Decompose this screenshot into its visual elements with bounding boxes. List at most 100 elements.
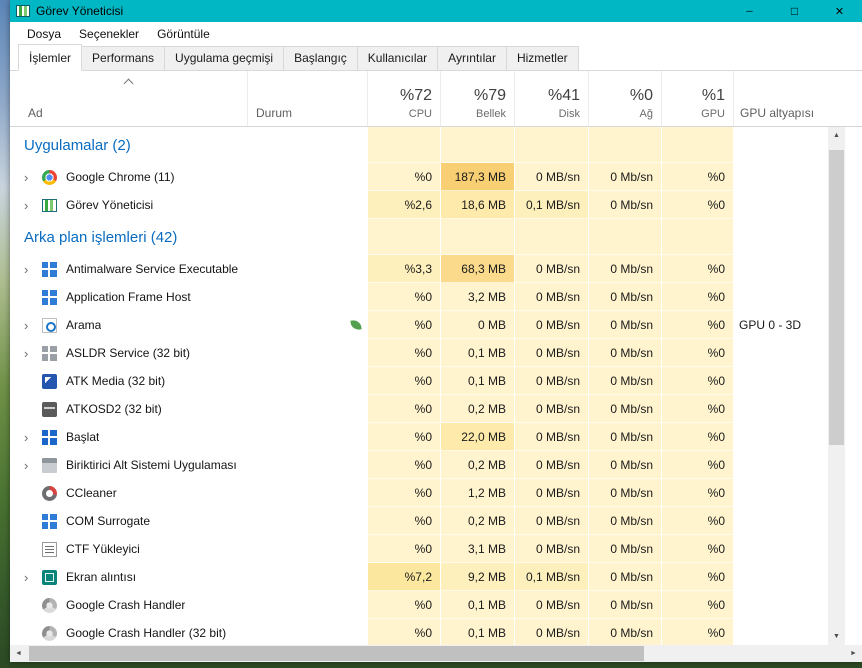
process-name-cell[interactable]: Application Frame Host: [10, 283, 247, 311]
cpu-cell: %0: [367, 423, 440, 451]
column-header-name[interactable]: Ad: [10, 71, 247, 126]
gpu-column-label: GPU: [701, 108, 725, 120]
process-name-cell[interactable]: › Google Chrome (11): [10, 163, 247, 191]
vertical-scrollbar[interactable]: ▲ ▼: [828, 127, 845, 645]
title-bar[interactable]: Görev Yöneticisi: [10, 0, 862, 22]
defender-icon: [42, 261, 57, 277]
tab-hizmetler[interactable]: Hizmetler: [505, 46, 579, 70]
gpu-engine-cell: [733, 423, 828, 451]
process-name-cell[interactable]: Google Crash Handler (32 bit): [10, 619, 247, 645]
process-name-cell[interactable]: CTF Yükleyici: [10, 535, 247, 563]
gpu-engine-cell: [733, 591, 828, 619]
status-cell: [247, 479, 367, 507]
process-name: Google Crash Handler: [66, 598, 186, 612]
column-header-net[interactable]: %0 Ağ: [588, 71, 661, 126]
status-cell: [247, 219, 367, 255]
process-row[interactable]: › Arama %0 0 MB 0 MB/sn 0 Mb/sn %0 GPU 0 - 3D: [10, 311, 828, 339]
process-row[interactable]: › Başlat %0 22,0 MB 0 MB/sn 0 Mb/sn %0: [10, 423, 828, 451]
expand-chevron-icon[interactable]: ›: [24, 318, 42, 333]
disk-cell: 0 MB/sn: [514, 619, 588, 645]
memory-cell: 0,2 MB: [440, 395, 514, 423]
tab-performans[interactable]: Performans: [81, 46, 166, 70]
group-header-row[interactable]: Arka plan işlemleri (42): [10, 219, 828, 255]
process-row[interactable]: Google Crash Handler %0 0,1 MB 0 MB/sn 0 Mb/…: [10, 591, 828, 619]
process-name: ATK Media (32 bit): [66, 374, 166, 388]
menu-se-enekler[interactable]: Seçenekler: [70, 24, 148, 44]
group-name-cell[interactable]: Uygulamalar (2): [10, 127, 247, 163]
ccleaner-icon: [42, 485, 57, 501]
expand-chevron-icon[interactable]: ›: [24, 198, 42, 213]
process-name-cell[interactable]: › ASLDR Service (32 bit): [10, 339, 247, 367]
memory-cell: 3,2 MB: [440, 283, 514, 311]
horizontal-scrollbar-thumb[interactable]: [29, 646, 644, 661]
process-name-cell[interactable]: › Biriktirici Alt Sistemi Uygulaması: [10, 451, 247, 479]
scroll-left-icon[interactable]: ◄: [10, 645, 27, 662]
tab-uygulama-ge-mi-i[interactable]: Uygulama geçmişi: [164, 46, 285, 70]
process-name-cell[interactable]: › Ekran alıntısı: [10, 563, 247, 591]
disk-column-label: Disk: [558, 108, 580, 120]
process-row[interactable]: Google Crash Handler (32 bit) %0 0,1 MB 0 M…: [10, 619, 828, 645]
column-header-status[interactable]: Durum: [247, 71, 367, 126]
process-row[interactable]: › Antimalware Service Executable %3,3 68,3 …: [10, 255, 828, 283]
menu-g-r-nt-le[interactable]: Görüntüle: [148, 24, 219, 44]
scroll-down-icon[interactable]: ▼: [828, 628, 845, 645]
column-header-mem[interactable]: %79 Bellek: [440, 71, 514, 126]
process-row[interactable]: COM Surrogate %0 0,2 MB 0 MB/sn 0 Mb/sn %0: [10, 507, 828, 535]
vertical-scrollbar-thumb[interactable]: [829, 150, 844, 445]
scroll-up-icon[interactable]: ▲: [828, 127, 845, 144]
column-header-gpu-engine[interactable]: GPU altyapısı: [733, 71, 828, 126]
process-name-cell[interactable]: › Arama: [10, 311, 247, 339]
close-button[interactable]: [817, 0, 862, 22]
process-name-cell[interactable]: COM Surrogate: [10, 507, 247, 535]
gpu-cell: %0: [661, 283, 733, 311]
process-name-cell[interactable]: › Antimalware Service Executable: [10, 255, 247, 283]
column-header-disk[interactable]: %41 Disk: [514, 71, 588, 126]
process-name: ASLDR Service (32 bit): [66, 346, 191, 360]
disk-cell: 0 MB/sn: [514, 255, 588, 283]
scroll-right-icon[interactable]: ►: [845, 645, 862, 662]
process-name-cell[interactable]: › Görev Yöneticisi: [10, 191, 247, 219]
window-title: Görev Yöneticisi: [36, 4, 124, 18]
process-row[interactable]: ATK Media (32 bit) %0 0,1 MB 0 MB/sn 0 Mb/sn…: [10, 367, 828, 395]
column-header-gpu[interactable]: %1 GPU: [661, 71, 733, 126]
disk-cell: 0 MB/sn: [514, 395, 588, 423]
maximize-button[interactable]: [772, 0, 817, 22]
process-row[interactable]: › ASLDR Service (32 bit) %0 0,1 MB 0 MB/sn 0 …: [10, 339, 828, 367]
tab-i-lemler[interactable]: İşlemler: [18, 44, 83, 71]
process-name-cell[interactable]: CCleaner: [10, 479, 247, 507]
expand-chevron-icon[interactable]: ›: [24, 458, 42, 473]
tab-ba-lang[interactable]: Başlangıç: [283, 46, 358, 70]
process-row[interactable]: ATKOSD2 (32 bit) %0 0,2 MB 0 MB/sn 0 Mb/sn %0: [10, 395, 828, 423]
column-header-cpu[interactable]: %72 CPU: [367, 71, 440, 126]
process-row[interactable]: CCleaner %0 1,2 MB 0 MB/sn 0 Mb/sn %0: [10, 479, 828, 507]
network-cell: 0 Mb/sn: [588, 163, 661, 191]
process-row[interactable]: › Biriktirici Alt Sistemi Uygulaması %0 0,2…: [10, 451, 828, 479]
tab-kullan-c-lar[interactable]: Kullanıcılar: [356, 46, 439, 70]
process-row[interactable]: Application Frame Host %0 3,2 MB 0 MB/sn 0 M…: [10, 283, 828, 311]
memory-cell: 0,1 MB: [440, 591, 514, 619]
expand-chevron-icon[interactable]: ›: [24, 430, 42, 445]
disk-cell: 0 MB/sn: [514, 283, 588, 311]
process-row[interactable]: › Ekran alıntısı %7,2 9,2 MB 0,1 MB/sn 0 Mb/s…: [10, 563, 828, 591]
expand-chevron-icon[interactable]: ›: [24, 170, 42, 185]
process-name-cell[interactable]: ATKOSD2 (32 bit): [10, 395, 247, 423]
memory-cell: 0,1 MB: [440, 367, 514, 395]
process-name-cell[interactable]: ATK Media (32 bit): [10, 367, 247, 395]
expand-chevron-icon[interactable]: ›: [24, 262, 42, 277]
menu-dosya[interactable]: Dosya: [18, 24, 70, 44]
process-name-cell[interactable]: › Başlat: [10, 423, 247, 451]
minimize-button[interactable]: [727, 0, 772, 22]
process-row[interactable]: › Google Chrome (11) %0 187,3 MB 0 MB/sn 0 Mb…: [10, 163, 828, 191]
horizontal-scrollbar[interactable]: ◄ ►: [10, 645, 862, 662]
process-row[interactable]: CTF Yükleyici %0 3,1 MB 0 MB/sn 0 Mb/sn %0: [10, 535, 828, 563]
group-name-cell[interactable]: Arka plan işlemleri (42): [10, 219, 247, 255]
gpu-engine-cell: [733, 339, 828, 367]
process-row[interactable]: › Görev Yöneticisi %2,6 18,6 MB 0,1 MB/sn 0 M…: [10, 191, 828, 219]
cpu-total-percent: %72: [399, 87, 432, 104]
tab-ayr-nt-lar[interactable]: Ayrıntılar: [437, 46, 507, 70]
process-name-cell[interactable]: Google Crash Handler: [10, 591, 247, 619]
expand-chevron-icon[interactable]: ›: [24, 570, 42, 585]
expand-chevron-icon[interactable]: ›: [24, 346, 42, 361]
group-header-row[interactable]: Uygulamalar (2): [10, 127, 828, 163]
gpu-cell: %0: [661, 311, 733, 339]
